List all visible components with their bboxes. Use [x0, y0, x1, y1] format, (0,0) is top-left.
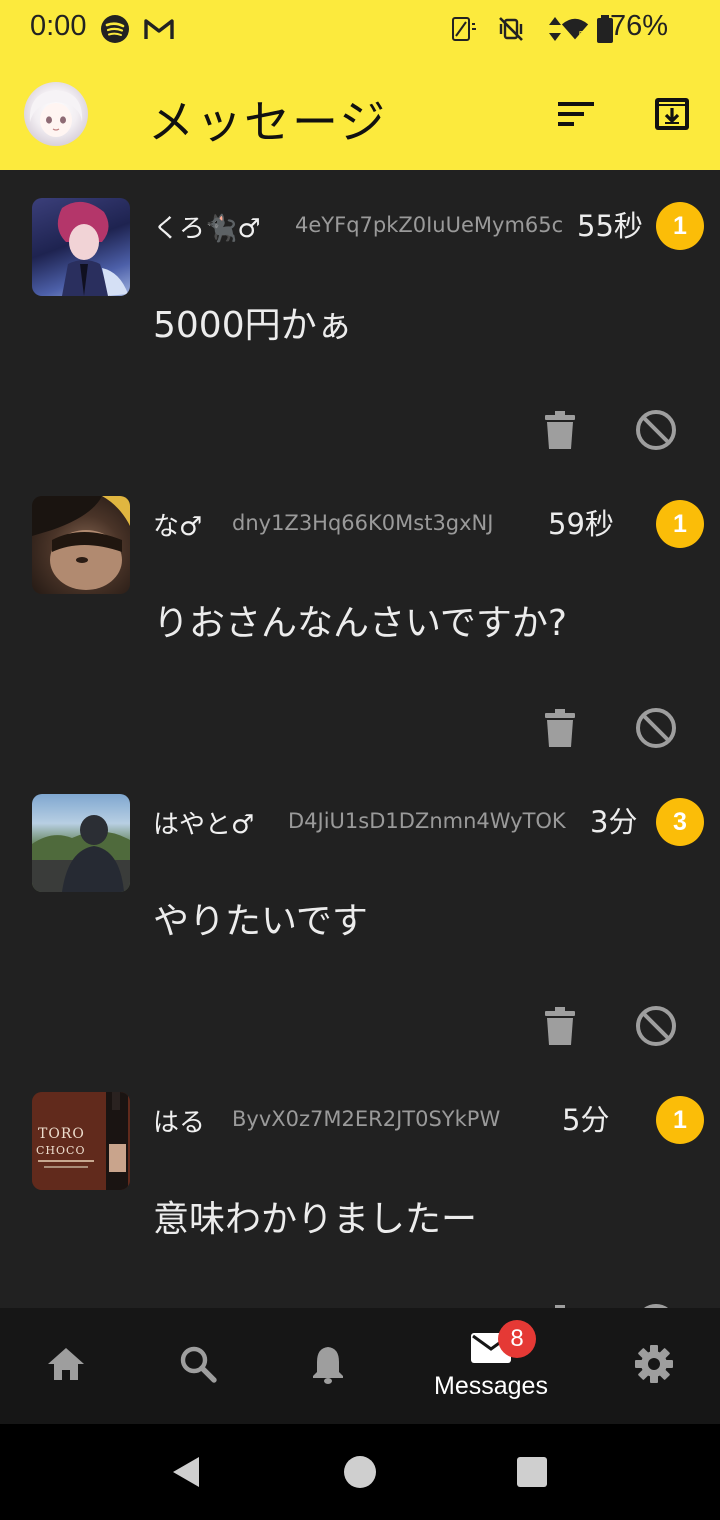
system-navigation-bar — [0, 1424, 720, 1520]
trash-icon[interactable] — [538, 408, 582, 452]
user-id: dny1Z3Hq66K0Mst3gxNJ — [232, 511, 494, 535]
block-icon[interactable] — [634, 1004, 678, 1048]
list-item[interactable]: くろ🐈‍⬛♂ 4eYFq7pkZ0IuUeMym65c 55秒 1 5000円か… — [0, 170, 720, 468]
avatar[interactable] — [32, 496, 130, 594]
nav-home[interactable] — [40, 1308, 92, 1424]
trash-icon[interactable] — [538, 1004, 582, 1048]
block-icon[interactable] — [634, 706, 678, 750]
nav-notifications[interactable] — [302, 1308, 354, 1424]
status-bar: 0:00 5 76% — [0, 0, 720, 58]
bottle-label-line1: TORO — [38, 1126, 85, 1142]
recents-icon[interactable] — [512, 1452, 552, 1492]
list-item[interactable]: な♂ dny1Z3Hq66K0Mst3gxNJ 59秒 1 りおさんなんさいです… — [0, 468, 720, 766]
user-id: ByvX0z7M2ER2JT0SYkPW — [232, 1107, 501, 1131]
bell-icon — [310, 1344, 346, 1388]
unread-badge: 3 — [656, 798, 704, 846]
avatar[interactable] — [32, 794, 130, 892]
bottom-nav: Messages 8 — [0, 1308, 720, 1424]
nav-settings[interactable] — [628, 1308, 680, 1424]
message-preview: 5000円かぁ — [153, 305, 353, 346]
time-ago: 5分 — [562, 1103, 610, 1137]
time-ago: 3分 — [590, 805, 638, 839]
user-name: くろ🐈‍⬛♂ — [153, 214, 261, 244]
svg-text:5: 5 — [579, 29, 584, 39]
battery-percent: 76% — [609, 10, 668, 42]
user-id: D4JiU1sD1DZnmn4WyTOK — [288, 809, 566, 833]
unread-badge: 1 — [656, 500, 704, 548]
time-ago: 59秒 — [548, 507, 614, 541]
avatar[interactable] — [24, 82, 88, 146]
user-id: 4eYFq7pkZ0IuUeMym65c — [295, 213, 564, 237]
spotify-icon — [100, 14, 130, 44]
user-name: な♂ — [153, 512, 203, 542]
user-name: はる — [153, 1108, 206, 1138]
status-time: 0:00 — [30, 10, 87, 42]
block-icon[interactable] — [634, 408, 678, 452]
user-name: はやと♂ — [153, 810, 255, 840]
time-ago: 55秒 — [577, 209, 643, 243]
conversation-list: くろ🐈‍⬛♂ 4eYFq7pkZ0IuUeMym65c 55秒 1 5000円か… — [0, 170, 720, 1308]
sort-icon[interactable] — [550, 88, 602, 140]
trash-icon[interactable] — [538, 706, 582, 750]
nav-messages-label: Messages — [434, 1371, 548, 1400]
gear-icon — [634, 1344, 674, 1388]
message-preview: 意味わかりましたー — [153, 1199, 478, 1240]
unread-badge: 1 — [656, 202, 704, 250]
bottle-label-line2: CHOCO — [36, 1144, 85, 1157]
screen-rotate-icon — [448, 14, 478, 44]
vibrate-off-icon — [496, 14, 526, 44]
page-title: メッセージ — [148, 95, 388, 149]
list-item[interactable]: TORO CHOCO はる ByvX0z7M2ER2JT0SYkPW 5分 1 … — [0, 1064, 720, 1308]
avatar[interactable] — [32, 198, 130, 296]
unread-badge: 1 — [656, 1096, 704, 1144]
back-icon[interactable] — [166, 1452, 206, 1492]
message-preview: りおさんなんさいですか? — [153, 603, 568, 644]
message-preview: やりたいです — [153, 901, 368, 942]
wifi-icon: 5 — [560, 14, 590, 44]
app-bar: メッセージ — [0, 58, 720, 170]
nav-messages[interactable]: Messages 8 — [420, 1308, 562, 1424]
list-item[interactable]: はやと♂ D4JiU1sD1DZnmn4WyTOK 3分 3 やりたいです — [0, 766, 720, 1064]
avatar[interactable]: TORO CHOCO — [32, 1092, 130, 1190]
gmail-icon — [144, 14, 174, 44]
home-button-icon[interactable] — [340, 1452, 380, 1492]
home-icon — [46, 1346, 86, 1386]
messages-count-badge: 8 — [498, 1320, 536, 1358]
archive-download-icon[interactable] — [646, 88, 698, 140]
nav-search[interactable] — [172, 1308, 224, 1424]
search-icon — [179, 1345, 217, 1387]
